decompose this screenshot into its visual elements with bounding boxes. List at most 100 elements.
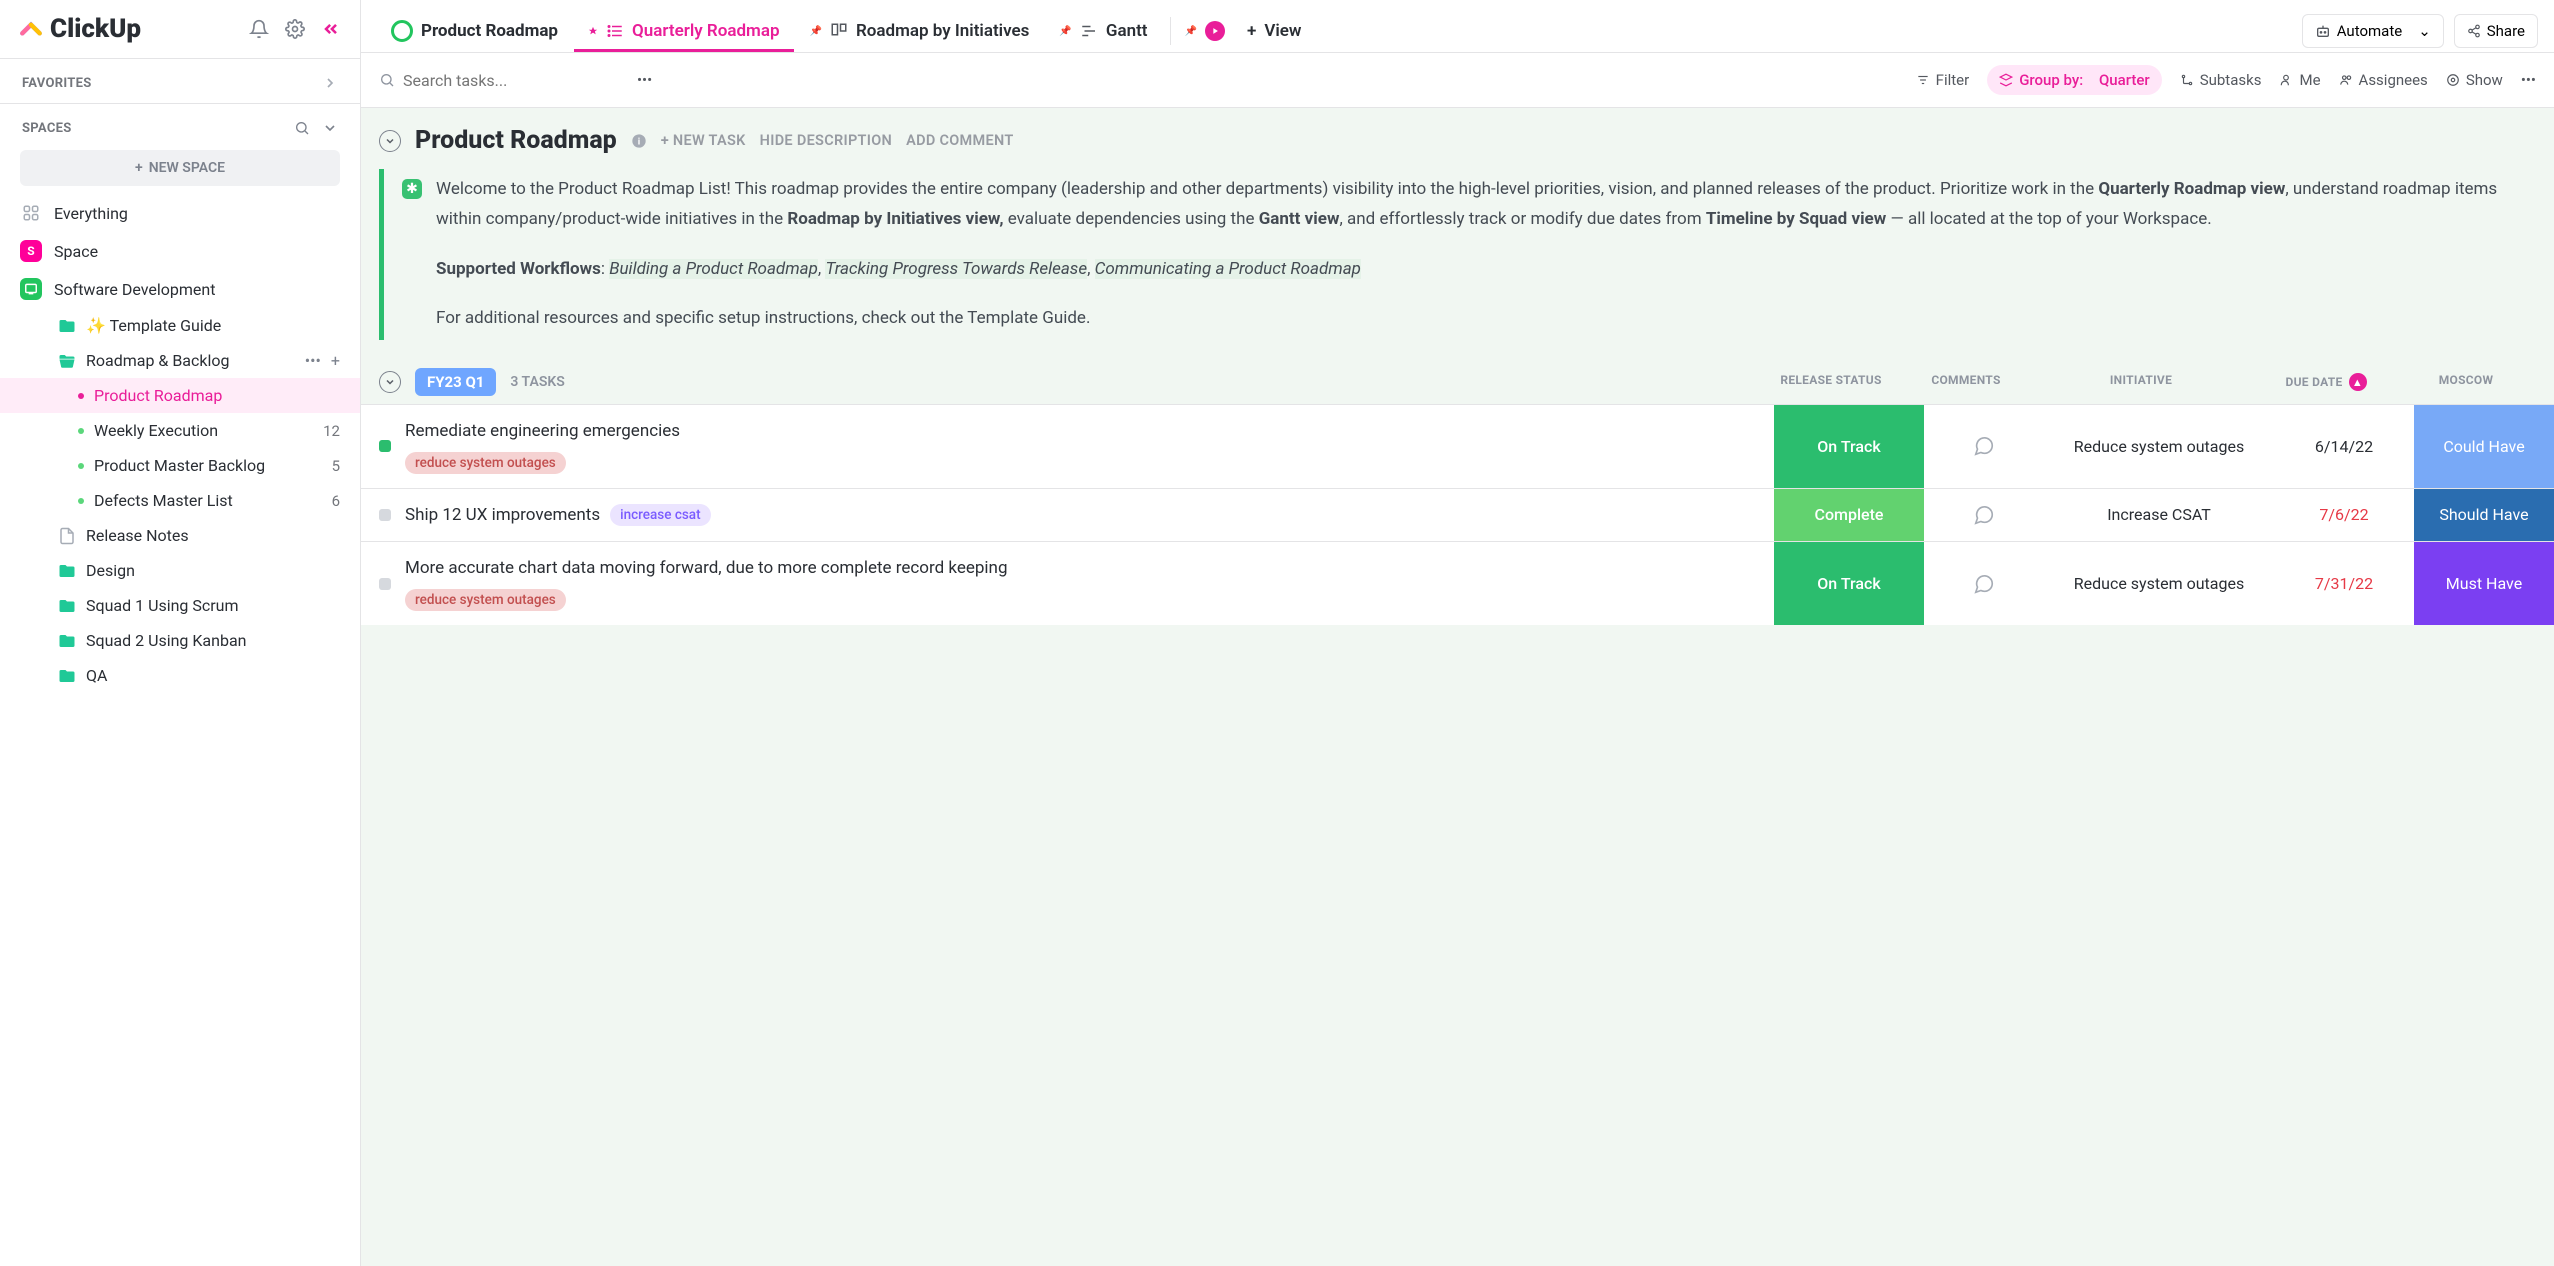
assignees-button[interactable]: Assignees: [2339, 71, 2428, 89]
bell-icon[interactable]: [248, 18, 270, 40]
task-tag[interactable]: reduce system outages: [405, 452, 566, 474]
initiative-cell[interactable]: Reduce system outages: [2044, 542, 2274, 625]
initiative-cell[interactable]: Reduce system outages: [2044, 405, 2274, 488]
space-badge-icon: S: [20, 240, 42, 262]
task-row[interactable]: Remediate engineering emergenciesreduce …: [361, 404, 2554, 488]
hide-description-button[interactable]: HIDE DESCRIPTION: [760, 132, 892, 149]
subtasks-button[interactable]: Subtasks: [2180, 71, 2262, 89]
collapse-sidebar-icon[interactable]: [320, 18, 342, 40]
release-status-cell[interactable]: Complete: [1774, 489, 1924, 542]
description-text: Welcome to the Product Roadmap List! Thi…: [436, 175, 2512, 334]
col-status[interactable]: RELEASE STATUS: [1756, 373, 1906, 391]
label: Group by:: [2019, 71, 2083, 89]
tree-label: QA: [86, 666, 107, 685]
folder-icon: [58, 667, 76, 685]
tree-roadmap-backlog[interactable]: Roadmap & Backlog ••• +: [0, 343, 360, 378]
app-logo[interactable]: ClickUp: [18, 14, 141, 44]
tree-template-guide[interactable]: ✨ Template Guide: [0, 308, 360, 343]
sidebar-item-software[interactable]: Software Development: [0, 270, 360, 308]
play-circle-icon: [1205, 21, 1225, 41]
board-icon: [830, 22, 848, 40]
sidebar-item-space[interactable]: S Space: [0, 232, 360, 270]
col-due[interactable]: DUE DATE▲: [2256, 373, 2396, 391]
plus-icon: +: [1247, 21, 1256, 41]
tab-label: Roadmap by Initiatives: [856, 21, 1029, 41]
tab-gantt[interactable]: 📌 Gantt: [1045, 11, 1161, 51]
search-input[interactable]: [403, 71, 619, 90]
chevron-right-icon: [322, 75, 338, 91]
tree-product-master-backlog[interactable]: Product Master Backlog 5: [0, 448, 360, 483]
tab-initiatives[interactable]: 📌 Roadmap by Initiatives: [796, 11, 1044, 51]
filter-button[interactable]: Filter: [1916, 71, 1970, 89]
tab-label: Quarterly Roadmap: [632, 21, 780, 41]
due-date-cell[interactable]: 7/6/22: [2274, 489, 2414, 542]
tree-label: Squad 2 Using Kanban: [86, 631, 246, 650]
sort-asc-icon: ▲: [2349, 373, 2367, 391]
tab-add-view[interactable]: + View: [1233, 11, 1316, 51]
add-comment-button[interactable]: ADD COMMENT: [906, 132, 1013, 149]
task-tag[interactable]: reduce system outages: [405, 589, 566, 611]
tab-label: View: [1264, 21, 1301, 41]
me-button[interactable]: Me: [2279, 71, 2320, 89]
page-title: Product Roadmap: [415, 126, 617, 155]
moscow-cell[interactable]: Should Have: [2414, 489, 2554, 542]
sidebar-item-everything[interactable]: Everything: [0, 194, 360, 232]
tree-qa[interactable]: QA: [0, 658, 360, 693]
initiative-cell[interactable]: Increase CSAT: [2044, 489, 2274, 542]
release-status-cell[interactable]: On Track: [1774, 542, 1924, 625]
comments-cell[interactable]: [1924, 542, 2044, 625]
folder-icon: [58, 597, 76, 615]
tree-product-roadmap[interactable]: Product Roadmap: [0, 378, 360, 413]
moscow-cell[interactable]: Could Have: [2414, 405, 2554, 488]
col-moscow[interactable]: MOSCOW: [2396, 373, 2536, 391]
info-icon[interactable]: i: [631, 133, 647, 149]
due-date-cell[interactable]: 6/14/22: [2274, 405, 2414, 488]
comments-cell[interactable]: [1924, 405, 2044, 488]
tree-squad1[interactable]: Squad 1 Using Scrum: [0, 588, 360, 623]
collapse-group-icon[interactable]: [379, 371, 401, 393]
tab-quarterly[interactable]: Quarterly Roadmap: [574, 11, 794, 51]
filter-icon: [1916, 73, 1930, 87]
task-status-square-icon[interactable]: [379, 440, 391, 452]
more-icon[interactable]: •••: [637, 71, 652, 89]
gear-icon[interactable]: [284, 18, 306, 40]
due-date-cell[interactable]: 7/31/22: [2274, 542, 2414, 625]
moscow-cell[interactable]: Must Have: [2414, 542, 2554, 625]
tab-extra[interactable]: 📌: [1179, 11, 1231, 51]
group-header: FY23 Q1 3 TASKS RELEASE STATUS COMMENTS …: [361, 368, 2554, 404]
pin-icon: 📌: [1185, 26, 1197, 37]
new-task-button[interactable]: + NEW TASK: [661, 132, 746, 149]
group-pill[interactable]: FY23 Q1: [415, 368, 496, 396]
chevron-down-icon[interactable]: [322, 120, 338, 136]
share-icon: [2467, 24, 2481, 38]
task-row[interactable]: Ship 12 UX improvementsincrease csat Com…: [361, 488, 2554, 542]
pin-icon: 📌: [810, 26, 822, 37]
plus-icon[interactable]: +: [331, 351, 340, 370]
release-status-cell[interactable]: On Track: [1774, 405, 1924, 488]
comments-cell[interactable]: [1924, 489, 2044, 542]
tab-title[interactable]: Product Roadmap: [377, 10, 572, 52]
tree-design[interactable]: Design: [0, 553, 360, 588]
tree-weekly-execution[interactable]: Weekly Execution 12: [0, 413, 360, 448]
automate-button[interactable]: Automate ⌄: [2302, 14, 2444, 48]
task-row[interactable]: More accurate chart data moving forward,…: [361, 541, 2554, 625]
tree-squad2[interactable]: Squad 2 Using Kanban: [0, 623, 360, 658]
tree-defects-master-list[interactable]: Defects Master List 6: [0, 483, 360, 518]
task-tag[interactable]: increase csat: [610, 504, 710, 526]
more-icon[interactable]: •••: [2521, 71, 2536, 89]
group-by-button[interactable]: Group by: Quarter: [1987, 65, 2162, 95]
show-button[interactable]: Show: [2446, 71, 2503, 89]
task-status-square-icon[interactable]: [379, 578, 391, 590]
folder-icon: [58, 562, 76, 580]
col-initiative[interactable]: INITIATIVE: [2026, 373, 2256, 391]
tree-release-notes[interactable]: Release Notes: [0, 518, 360, 553]
favorites-header[interactable]: FAVORITES: [0, 59, 360, 97]
pin-icon: [588, 26, 598, 36]
new-space-button[interactable]: + NEW SPACE: [20, 150, 340, 186]
collapse-all-icon[interactable]: [379, 130, 401, 152]
more-icon[interactable]: •••: [305, 351, 321, 370]
search-icon[interactable]: [294, 120, 310, 136]
task-status-square-icon[interactable]: [379, 509, 391, 521]
col-comments[interactable]: COMMENTS: [1906, 373, 2026, 391]
share-button[interactable]: Share: [2454, 14, 2538, 48]
